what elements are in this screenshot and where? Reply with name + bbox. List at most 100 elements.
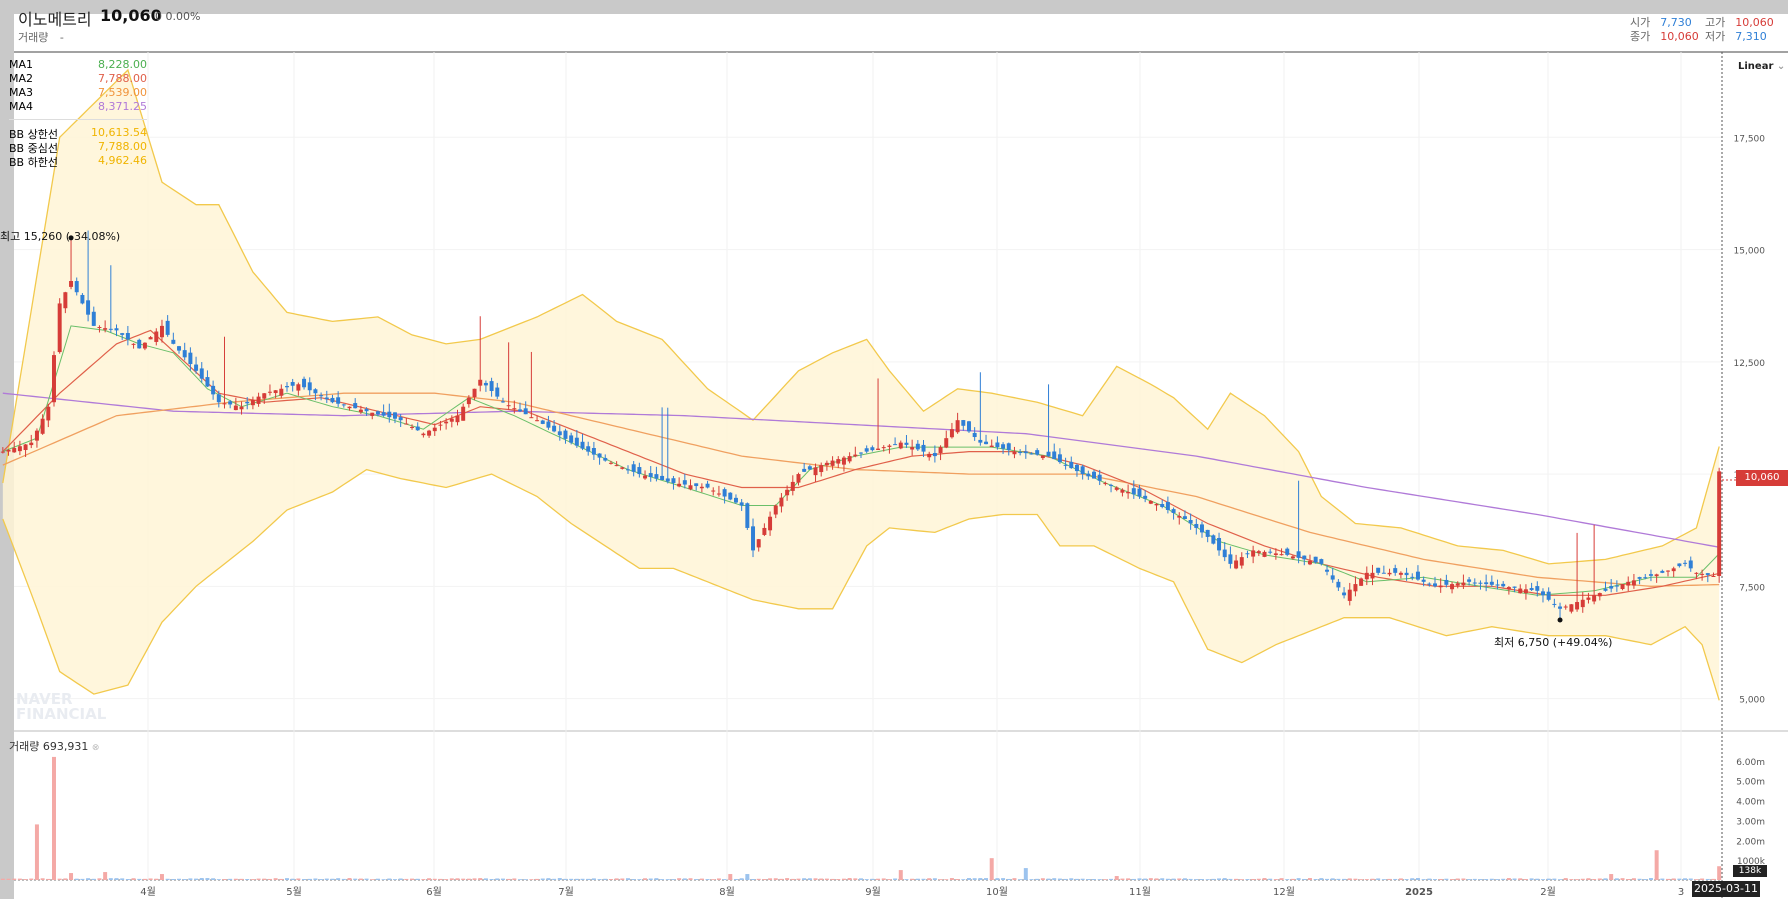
candle-body bbox=[637, 467, 642, 475]
candle-body bbox=[370, 412, 375, 416]
volume-bar bbox=[1398, 878, 1403, 880]
volume-bars bbox=[0, 756, 1722, 880]
legend-ma2: MA2 7,788.00 bbox=[9, 72, 147, 85]
volume-bar bbox=[1069, 878, 1074, 880]
volume-bar bbox=[802, 878, 807, 880]
candle-body bbox=[1609, 586, 1614, 589]
candle-body bbox=[802, 468, 807, 472]
candle-body bbox=[1433, 583, 1437, 587]
candle-body bbox=[847, 456, 852, 462]
candle-body bbox=[574, 437, 579, 446]
candle-body bbox=[52, 355, 56, 403]
price-chart[interactable]: 4월 5월 6월 7월 8월 9월 10월 11월 12월 2025 2월 3 17,500 15,000… bbox=[0, 0, 1788, 899]
volume-bar bbox=[296, 878, 301, 880]
candle-body bbox=[1546, 591, 1551, 600]
x-tick-label: 4월 bbox=[140, 886, 156, 898]
candle-body bbox=[1114, 487, 1119, 490]
volume-bar bbox=[1512, 878, 1517, 880]
volume-bar bbox=[552, 878, 557, 880]
volume-bar bbox=[711, 879, 716, 880]
y-tick-label: 17,500 bbox=[1734, 134, 1766, 144]
volume-bar bbox=[978, 878, 983, 880]
volume-bar bbox=[1018, 879, 1023, 880]
volume-bar bbox=[449, 878, 454, 880]
volume-bar bbox=[1165, 878, 1170, 880]
candle-body bbox=[1717, 471, 1722, 576]
volume-bar bbox=[1052, 878, 1057, 880]
candle-body bbox=[1427, 583, 1432, 585]
close-icon[interactable]: ⊗ bbox=[92, 743, 100, 753]
volume-bar bbox=[1427, 878, 1432, 880]
candle-body bbox=[1603, 588, 1608, 591]
volume-bar bbox=[1523, 878, 1528, 880]
scale-mode-button[interactable]: Linear ⌄ bbox=[1738, 61, 1785, 72]
volume-bar bbox=[358, 878, 363, 880]
volume-bar bbox=[1592, 878, 1597, 880]
volume-bar bbox=[1484, 879, 1489, 880]
volume-bar bbox=[313, 878, 318, 880]
volume-bar bbox=[654, 878, 659, 880]
candle-body bbox=[870, 447, 875, 451]
candle-body bbox=[69, 280, 74, 287]
volume-bar bbox=[819, 878, 824, 880]
candle-body bbox=[1666, 570, 1670, 572]
candle-body bbox=[1109, 484, 1114, 486]
candle-body bbox=[1472, 582, 1477, 584]
volume-bar bbox=[751, 878, 756, 880]
volume-bar bbox=[915, 878, 920, 880]
volume-bar bbox=[194, 878, 199, 880]
candle-body bbox=[1035, 450, 1040, 455]
volume-bar bbox=[489, 879, 494, 880]
candle-body bbox=[785, 489, 790, 496]
candle-body bbox=[228, 401, 233, 405]
volume-bar bbox=[921, 878, 926, 880]
candle-body bbox=[603, 457, 608, 461]
volume-bar bbox=[745, 874, 750, 880]
candle-body bbox=[716, 493, 721, 495]
volume-tick-label: 4.00m bbox=[1736, 798, 1765, 808]
candle-body bbox=[375, 411, 380, 415]
watermark-logo: NAVER FINANCIAL bbox=[16, 692, 106, 722]
volume-bar bbox=[608, 879, 613, 880]
volume-bar bbox=[984, 878, 989, 880]
candle-body bbox=[1120, 489, 1125, 493]
candle-body bbox=[1137, 488, 1142, 497]
candle-body bbox=[256, 396, 261, 404]
candle-body bbox=[1074, 464, 1079, 472]
candle-body bbox=[591, 447, 596, 455]
candle-body bbox=[1046, 451, 1051, 457]
candle-body bbox=[1200, 524, 1204, 533]
y-tick-label: 5,000 bbox=[1739, 696, 1765, 706]
candle-body bbox=[518, 409, 522, 412]
candle-body bbox=[1006, 443, 1011, 451]
volume-bar bbox=[1404, 879, 1409, 880]
volume-bar bbox=[222, 879, 227, 880]
volume-panel-title: 거래량 693,931 ⊗ bbox=[9, 738, 99, 754]
candle-body bbox=[1188, 520, 1193, 524]
legend-bb-lower: BB 하한선 4,962.46 bbox=[9, 154, 147, 170]
legend-divider bbox=[9, 119, 147, 120]
volume-bar bbox=[159, 874, 164, 880]
volume-bar bbox=[1086, 879, 1091, 880]
candle-body bbox=[364, 408, 369, 412]
candle-body bbox=[1296, 551, 1301, 558]
candle-body bbox=[381, 412, 386, 416]
volume-bar bbox=[1143, 878, 1148, 880]
volume-bar bbox=[1302, 878, 1307, 880]
candle-body bbox=[864, 448, 869, 452]
volume-bar bbox=[1495, 879, 1500, 880]
candle-body bbox=[824, 462, 829, 466]
candle-body bbox=[614, 465, 619, 467]
volume-bar bbox=[478, 878, 483, 880]
volume-bar bbox=[404, 878, 409, 880]
volume-bar bbox=[1182, 878, 1187, 880]
volume-bar bbox=[1040, 878, 1045, 880]
candle-body bbox=[790, 481, 795, 491]
volume-bar bbox=[1307, 878, 1312, 880]
volume-bar bbox=[347, 878, 352, 880]
candle-body bbox=[972, 432, 977, 438]
legend-bb-middle-value: 7,788.00 bbox=[98, 140, 147, 153]
volume-bar bbox=[273, 878, 278, 880]
candle-body bbox=[1518, 588, 1523, 594]
candle-body bbox=[1182, 516, 1187, 519]
